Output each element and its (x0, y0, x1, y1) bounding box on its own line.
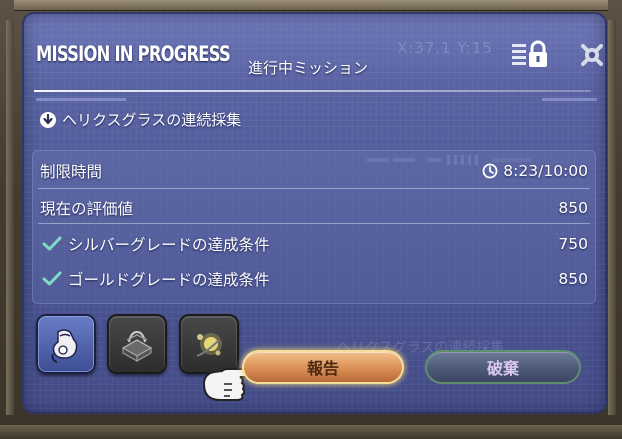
gold-grade-value: 850 (558, 270, 588, 288)
header-dash-right (542, 98, 597, 101)
window-title: MISSION IN PROGRESS (36, 42, 231, 66)
frame-bottom-bar (0, 425, 622, 439)
report-button[interactable]: 報告 (244, 352, 402, 382)
time-limit-value-group: 8:23/10:00 (482, 162, 588, 180)
silver-grade-value: 750 (558, 235, 588, 253)
gold-grade-label-group: ゴールドグレードの達成条件 (40, 268, 270, 290)
frame-right-edge (608, 20, 616, 415)
objective-marker-icon (40, 111, 56, 128)
header-dash-left (36, 98, 126, 101)
score-label: 現在の評価値 (40, 200, 134, 218)
row-divider (38, 223, 590, 224)
header-divider (34, 90, 591, 92)
window-subtitle: 進行中ミッション (248, 59, 369, 77)
row-divider (38, 188, 590, 189)
gold-grade-label: ゴールドグレードの達成条件 (68, 271, 270, 289)
silver-grade-label-group: シルバーグレードの達成条件 (40, 233, 270, 255)
score-row: 現在の評価値 850 (32, 191, 596, 225)
coordinates-overlay: X:37.1 Y:15 (397, 39, 493, 57)
score-value: 850 (558, 199, 588, 217)
lock-icon[interactable] (512, 40, 556, 70)
time-limit-value: 8:23/10:00 (503, 162, 588, 180)
frame-left-edge (6, 20, 14, 415)
gathering-glove-button[interactable] (36, 314, 96, 374)
collectable-basket-icon (121, 330, 153, 362)
window-frame: X:37.1 Y:15 MISSION IN PROGRESS 進行中ミッション (0, 0, 622, 439)
silver-grade-row: シルバーグレードの達成条件 750 (32, 227, 596, 261)
check-icon (42, 271, 62, 286)
mission-name: ヘリクスグラスの連続採集 (62, 111, 242, 129)
mission-objective: ヘリクスグラスの連続採集 (40, 109, 241, 130)
clock-icon (482, 163, 498, 179)
abandon-button[interactable]: 破棄 (427, 352, 579, 382)
gathering-glove-icon (51, 329, 78, 363)
check-icon (42, 236, 62, 251)
frame-top-bar (14, 0, 608, 11)
gold-grade-row: ゴールドグレードの達成条件 850 (32, 262, 596, 296)
collectable-basket-button[interactable] (107, 314, 167, 374)
time-limit-row: 制限時間 8:23/10:00 (32, 154, 596, 188)
mission-info-box: 制限時間 8:23/10:00 現在の評価値 850 シルバーグレードの達成条件… (32, 150, 596, 304)
silver-grade-label: シルバーグレードの達成条件 (68, 236, 270, 254)
close-gear-icon[interactable] (577, 40, 607, 70)
time-limit-label: 制限時間 (40, 163, 103, 181)
